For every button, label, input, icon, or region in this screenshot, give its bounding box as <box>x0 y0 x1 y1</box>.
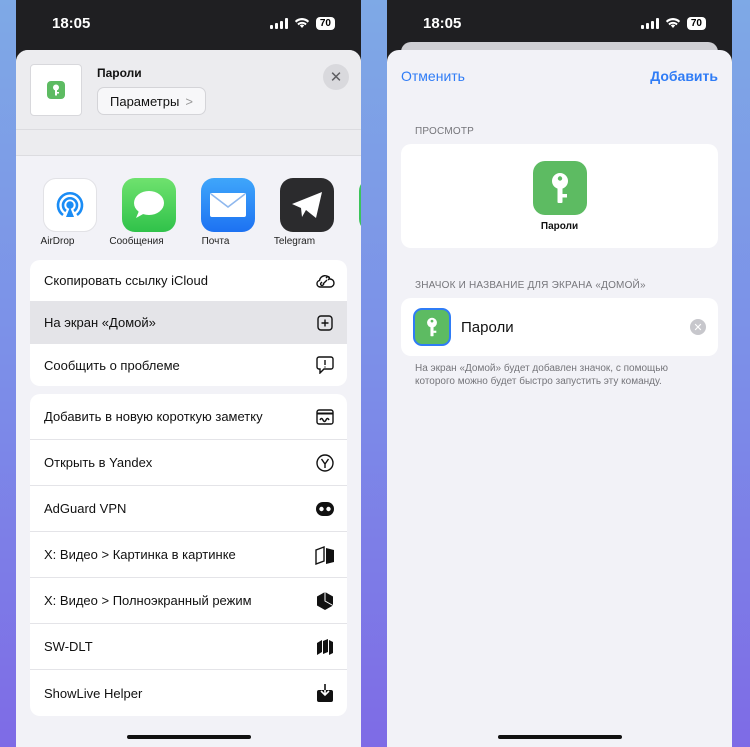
share-header: Пароли Параметры > ✕ <box>16 50 361 130</box>
action-adguard-vpn[interactable]: AdGuard VPN <box>30 486 347 532</box>
footnote-text: На экран «Домой» будет добавлен значок, … <box>415 363 668 387</box>
cloud-link-icon <box>315 271 335 291</box>
share-title: Пароли <box>97 66 142 80</box>
battery-indicator: 70 <box>686 16 706 30</box>
left-screen: 18:05 70 Пароли Параметры > ✕ AirDrop Со… <box>16 0 361 747</box>
parameters-label: Параметры <box>110 93 180 109</box>
action-label: ShowLive Helper <box>44 685 143 701</box>
action-label: Скопировать ссылку iCloud <box>44 273 208 288</box>
key-icon <box>47 81 65 99</box>
app-messages[interactable]: Сообщения <box>109 178 188 260</box>
chevron-right-icon: > <box>185 93 193 109</box>
action-open-in-yandex[interactable]: Открыть в Yandex <box>30 440 347 486</box>
telegram-icon <box>279 178 334 232</box>
quick-note-icon <box>315 407 335 427</box>
status-bar: 18:05 70 <box>16 0 361 46</box>
status-time: 18:05 <box>52 14 91 32</box>
action-label: Добавить в новую короткую заметку <box>44 409 263 424</box>
contacts-row-placeholder <box>16 130 361 156</box>
key-icon <box>532 160 587 215</box>
fullscreen-icon <box>315 591 335 611</box>
app-mail[interactable]: Почта <box>188 178 267 260</box>
action-label: Открыть в Yandex <box>44 455 153 470</box>
pip-icon <box>315 545 335 565</box>
preview-card: Пароли <box>401 144 718 248</box>
cellular-signal-icon <box>269 17 288 29</box>
yandex-icon <box>315 453 335 473</box>
app-telegram[interactable]: Telegram <box>267 178 346 260</box>
add-square-icon <box>315 313 335 333</box>
app-whatsapp[interactable]: Wh <box>346 178 361 260</box>
adguard-icon <box>315 499 335 519</box>
airdrop-icon <box>42 178 97 232</box>
preview-section-label: ПРОСМОТР <box>415 126 475 137</box>
app-label: AirDrop <box>40 236 75 247</box>
action-label: X: Видео > Полноэкранный режим <box>44 593 252 608</box>
action-copy-icloud-link[interactable]: Скопировать ссылку iCloud <box>30 260 347 302</box>
messages-icon <box>121 178 176 232</box>
action-showlive-helper[interactable]: ShowLive Helper <box>30 670 347 716</box>
action-fullscreen[interactable]: X: Видео > Полноэкранный режим <box>30 578 347 624</box>
cellular-signal-icon <box>640 17 659 29</box>
whatsapp-icon <box>358 178 361 232</box>
home-indicator <box>497 735 622 739</box>
app-label: Почта <box>201 236 230 247</box>
battery-indicator: 70 <box>315 16 335 30</box>
action-pip[interactable]: X: Видео > Картинка в картинке <box>30 532 347 578</box>
close-button[interactable]: ✕ <box>323 64 349 90</box>
add-to-home-sheet: Отменить Добавить ПРОСМОТР Пароли ЗНАЧОК… <box>387 50 732 747</box>
app-label: Сообщения <box>109 236 164 247</box>
status-bar: 18:05 70 <box>387 0 732 46</box>
home-indicator <box>126 735 251 739</box>
name-card: Пароли ✕ <box>401 298 718 356</box>
add-button[interactable]: Добавить <box>650 68 718 84</box>
preview-name: Пароли <box>540 220 579 232</box>
close-icon: ✕ <box>329 69 343 86</box>
action-label: На экран «Домой» <box>44 315 156 330</box>
app-airdrop[interactable]: AirDrop <box>30 178 109 260</box>
right-screen: 18:05 70 Отменить Добавить ПРОСМОТР Паро… <box>387 0 732 747</box>
action-label: Сообщить о проблеме <box>44 357 180 373</box>
app-label: Telegram <box>273 236 316 247</box>
status-time: 18:05 <box>423 14 462 32</box>
action-label: X: Видео > Картинка в картинке <box>44 547 236 562</box>
parameters-button[interactable]: Параметры > <box>97 87 206 115</box>
cancel-button[interactable]: Отменить <box>401 68 465 84</box>
exclamation-bubble-icon <box>315 355 335 375</box>
share-sheet: Пароли Параметры > ✕ AirDrop Сообщения П… <box>16 50 361 747</box>
action-add-to-home-screen[interactable]: На экран «Домой» <box>30 302 347 344</box>
clear-icon: ✕ <box>693 321 703 334</box>
wifi-icon <box>294 18 309 28</box>
key-icon[interactable] <box>413 308 451 346</box>
action-sw-dlt[interactable]: SW-DLT <box>30 624 347 670</box>
wifi-icon <box>665 18 680 28</box>
actions-group-secondary: Добавить в новую короткую заметку Открыт… <box>30 394 347 716</box>
clear-button[interactable]: ✕ <box>690 319 706 335</box>
action-label: AdGuard VPN <box>44 501 127 516</box>
mail-icon <box>200 178 255 232</box>
icon-name-section-label: ЗНАЧОК И НАЗВАНИЕ ДЛЯ ЭКРАНА «ДОМОЙ» <box>415 280 646 291</box>
action-report-problem[interactable]: Сообщить о проблеме <box>30 344 347 386</box>
action-label: SW-DLT <box>44 639 93 654</box>
shortcut-name-field[interactable]: Пароли <box>461 319 690 336</box>
actions-group-primary: Скопировать ссылку iCloud На экран «Домо… <box>30 260 347 386</box>
sw-dlt-icon <box>315 637 335 657</box>
document-thumbnail <box>30 64 82 116</box>
action-quick-note[interactable]: Добавить в новую короткую заметку <box>30 394 347 440</box>
apps-row[interactable]: AirDrop Сообщения Почта Telegram <box>16 156 361 260</box>
download-icon <box>315 683 335 703</box>
